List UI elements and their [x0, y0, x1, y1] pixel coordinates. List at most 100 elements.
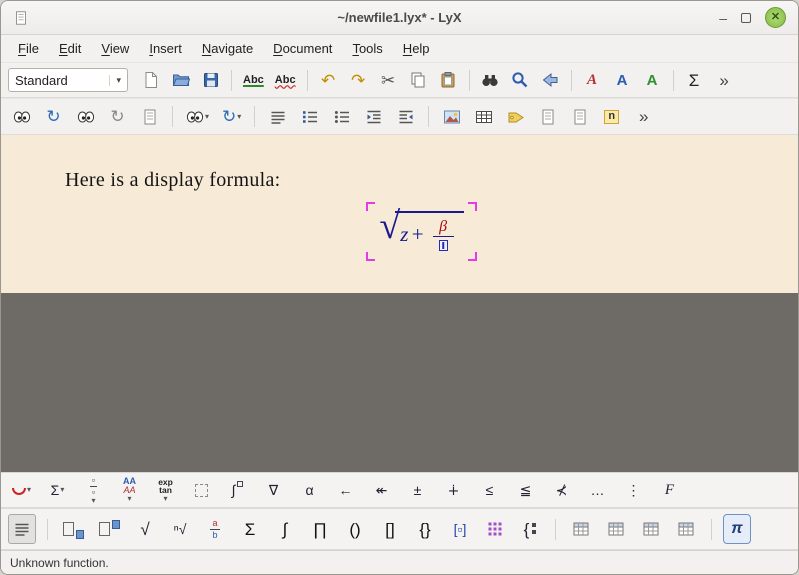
insert-table-button[interactable] — [470, 103, 497, 130]
insert-space-button[interactable] — [188, 477, 215, 504]
menu-tools[interactable]: Tools — [343, 38, 391, 59]
minimize-button[interactable]: – — [719, 11, 727, 25]
custom-delimiters-button[interactable]: [▫] — [446, 514, 474, 544]
display-formula[interactable]: √ z+ β — [366, 202, 476, 261]
insert-matrix-button[interactable] — [481, 514, 509, 544]
find-replace-button[interactable] — [477, 67, 504, 94]
undo-button[interactable]: ↶ — [315, 67, 342, 94]
apply-style-button[interactable]: A — [639, 67, 666, 94]
extended-arrows-menu[interactable]: ↞ — [368, 477, 395, 504]
arrows-menu[interactable]: ← — [332, 477, 359, 504]
menu-document[interactable]: Document — [264, 38, 341, 59]
greek-letters-menu[interactable]: α — [296, 477, 323, 504]
insert-cross-reference-button[interactable] — [534, 103, 561, 130]
dots-menu[interactable]: … — [584, 477, 611, 504]
decorations-menu[interactable]: ▾ — [8, 477, 35, 504]
paragraph-style-selector[interactable]: Standard ▾ — [8, 68, 128, 92]
square-root-button[interactable]: √ — [131, 514, 159, 544]
vertical-dots-button[interactable]: ⋮ — [620, 477, 647, 504]
update-button[interactable]: ↻ — [40, 103, 67, 130]
decrease-depth-button[interactable] — [392, 103, 419, 130]
update-master-button[interactable]: ↻ — [104, 103, 131, 130]
parentheses-button[interactable]: () — [341, 514, 369, 544]
noun-toggle[interactable]: A — [609, 67, 636, 94]
macros-button[interactable]: F — [656, 477, 683, 504]
update-other-formats-menu[interactable]: ↻▾ — [218, 103, 245, 130]
view-other-formats-menu[interactable]: ▾ — [182, 103, 213, 130]
decorations-menu-dd: ▾ — [27, 486, 31, 494]
add-column-button[interactable] — [602, 514, 630, 544]
insert-citation-button[interactable] — [566, 103, 593, 130]
cut-button[interactable]: ✂ — [375, 67, 402, 94]
menu-navigate[interactable]: Navigate — [193, 38, 262, 59]
product-button[interactable]: ∏ — [306, 514, 334, 544]
close-button[interactable]: ✕ — [765, 7, 786, 28]
binary-operators-menu[interactable]: ± — [404, 477, 431, 504]
cases-button[interactable]: { — [516, 514, 544, 544]
advanced-find-button[interactable] — [507, 67, 534, 94]
menu-insert[interactable]: Insert — [140, 38, 191, 59]
brackets-button[interactable]: [] — [376, 514, 404, 544]
menu-view[interactable]: View — [92, 38, 138, 59]
operators-menu[interactable]: ∇ — [260, 477, 287, 504]
braces-button[interactable]: {} — [411, 514, 439, 544]
new-document-button[interactable] — [137, 67, 164, 94]
add-row-button[interactable] — [567, 514, 595, 544]
eyes-icon — [186, 108, 204, 126]
menu-help[interactable]: Help — [394, 38, 439, 59]
superscript-button[interactable] — [95, 514, 124, 544]
extended-relations-menu[interactable]: ≦ — [512, 477, 539, 504]
view-master-button[interactable] — [72, 103, 99, 130]
navigate-back-button[interactable] — [537, 67, 564, 94]
fraction-button[interactable]: ab — [201, 514, 229, 544]
subscript-button[interactable] — [59, 514, 88, 544]
save-button[interactable] — [197, 67, 224, 94]
page-icon — [539, 108, 557, 126]
menu-file[interactable]: File — [9, 38, 48, 59]
insert-math-button[interactable]: Σ — [681, 67, 708, 94]
toolbar-overflow-button[interactable]: » — [711, 67, 738, 94]
view-other-formats-menu-dd: ▾ — [205, 113, 209, 121]
extended-operators-menu[interactable]: ∔ — [440, 477, 467, 504]
paragraph-settings-button[interactable] — [264, 103, 291, 130]
dots-menu-glyph: … — [591, 483, 605, 497]
copy-button[interactable] — [405, 67, 432, 94]
menu-edit[interactable]: Edit — [50, 38, 90, 59]
insert-label-button[interactable] — [502, 103, 529, 130]
spellcheck-button[interactable]: Abc — [239, 67, 268, 94]
continuous-spellcheck-toggle[interactable]: Abc — [271, 67, 300, 94]
empty-placeholder-box[interactable] — [439, 240, 448, 251]
grid-icon — [607, 520, 625, 538]
functions-menu[interactable]: exptan▾ — [152, 477, 179, 504]
maximize-button[interactable] — [741, 13, 751, 23]
sum-button[interactable]: Σ — [236, 514, 264, 544]
fractions-menu[interactable]: ▫▫▾ — [80, 477, 107, 504]
math-panels-toggle[interactable]: π — [723, 514, 751, 544]
delete-row-button[interactable] — [637, 514, 665, 544]
open-document-button[interactable] — [167, 67, 194, 94]
big-operators-menu-dd: ▾ — [60, 486, 64, 494]
insert-graphics-button[interactable] — [438, 103, 465, 130]
redo-button[interactable]: ↷ — [345, 67, 372, 94]
delete-column-button[interactable] — [672, 514, 700, 544]
relations-menu[interactable]: ≤ — [476, 477, 503, 504]
document-paragraph[interactable]: Here is a display formula: — [65, 169, 798, 192]
numbered-list-button[interactable] — [296, 103, 323, 130]
view-button[interactable] — [8, 103, 35, 130]
nth-root-button[interactable]: ⁿ√ — [166, 514, 194, 544]
negated-relations-menu[interactable]: ⊀ — [548, 477, 575, 504]
big-operators-menu[interactable]: Σ▾ — [44, 477, 71, 504]
integral-button[interactable]: ∫ — [271, 514, 299, 544]
toolbar-overflow-button[interactable]: » — [630, 103, 657, 130]
insert-note-button[interactable]: n — [598, 103, 625, 130]
math-text-style-menu[interactable]: AAAA▾ — [116, 477, 143, 504]
view-source-button[interactable] — [136, 103, 163, 130]
emphasis-toggle[interactable]: A — [579, 67, 606, 94]
paste-button[interactable] — [435, 67, 462, 94]
document-void[interactable] — [1, 293, 798, 472]
increase-depth-button[interactable] — [360, 103, 387, 130]
document-canvas[interactable]: Here is a display formula: √ z+ β — [1, 135, 798, 293]
bullet-list-button[interactable] — [328, 103, 355, 130]
integral-limits-button[interactable]: ∫ — [224, 477, 251, 504]
display-formula-toggle[interactable] — [8, 514, 36, 544]
